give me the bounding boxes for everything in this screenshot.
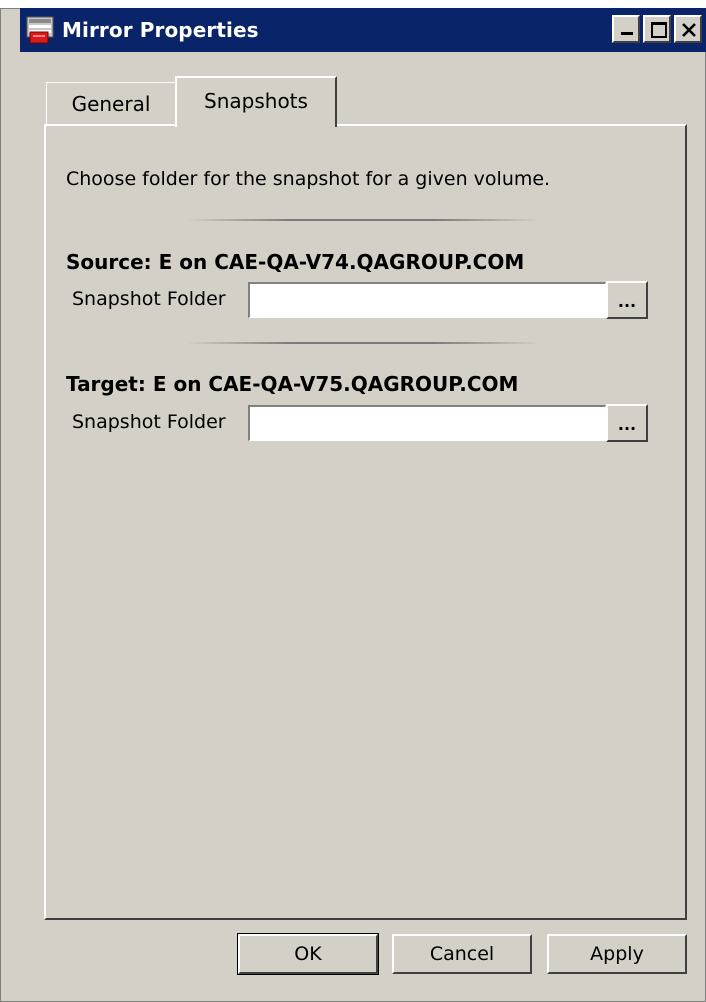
window-controls	[612, 15, 702, 43]
cancel-button[interactable]: Cancel	[392, 934, 532, 974]
ok-button[interactable]: OK	[237, 933, 379, 975]
target-browse-button[interactable]: ...	[606, 404, 648, 442]
snapshot-description: Choose folder for the snapshot for a giv…	[66, 168, 551, 190]
source-volume-title: Source: E on CAE-QA-V74.QAGROUP.COM	[66, 250, 525, 274]
target-snapshot-folder-label: Snapshot Folder	[72, 411, 226, 433]
maximize-button[interactable]	[643, 15, 671, 43]
source-snapshot-folder-input[interactable]	[248, 282, 606, 318]
title-bar[interactable]: Mirror Properties	[20, 8, 706, 52]
minimize-button[interactable]	[612, 15, 640, 43]
separator-middle	[186, 342, 540, 344]
separator-top	[186, 219, 540, 221]
tab-general[interactable]: General	[46, 82, 176, 124]
window-title: Mirror Properties	[62, 18, 259, 42]
tab-snapshots[interactable]: Snapshots	[175, 76, 337, 127]
close-icon	[682, 23, 696, 37]
apply-button[interactable]: Apply	[547, 934, 687, 974]
close-button[interactable]	[674, 15, 702, 43]
source-snapshot-folder-label: Snapshot Folder	[72, 288, 226, 310]
mirror-app-icon	[24, 13, 58, 47]
snapshots-tab-panel	[44, 124, 687, 920]
source-browse-button[interactable]: ...	[606, 281, 648, 319]
target-snapshot-folder-input[interactable]	[248, 405, 606, 441]
target-volume-title: Target: E on CAE-QA-V75.QAGROUP.COM	[66, 372, 519, 396]
